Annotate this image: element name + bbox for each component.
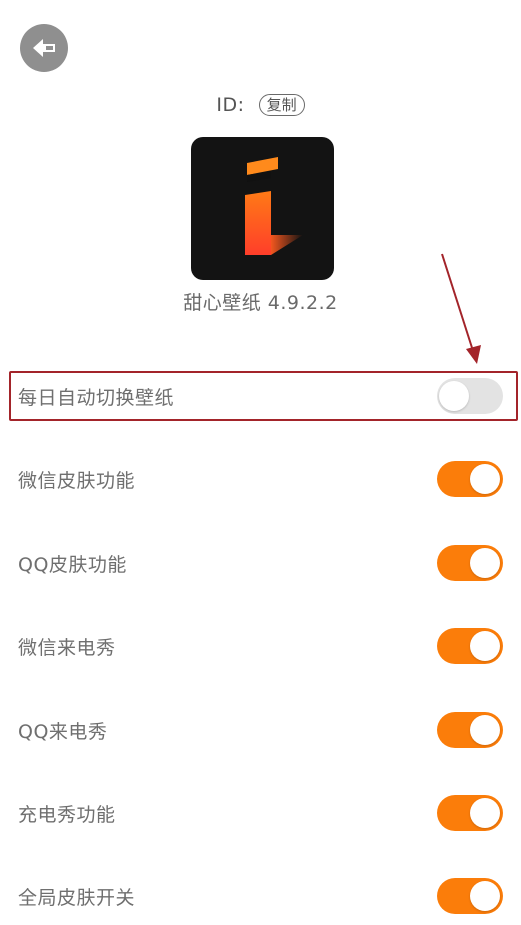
global-skin-toggle[interactable]	[437, 878, 503, 914]
setting-label: 充电秀功能	[18, 803, 116, 826]
qq-call-show-toggle[interactable]	[437, 712, 503, 748]
settings-list: 每日自动切换壁纸 微信皮肤功能 QQ皮肤功能 微信来电秀 QQ来电秀 充电秀功能	[0, 0, 521, 914]
toggle-knob	[470, 631, 500, 661]
toggle-knob	[470, 798, 500, 828]
setting-label: 微信皮肤功能	[18, 469, 136, 492]
setting-label: 全局皮肤开关	[18, 886, 136, 909]
setting-row-charge-show: 充电秀功能	[0, 784, 521, 842]
toggle-knob	[439, 381, 469, 411]
setting-row-qq-skin: QQ皮肤功能	[0, 534, 521, 592]
auto-wallpaper-toggle[interactable]	[437, 378, 503, 414]
setting-label: 每日自动切换壁纸	[18, 386, 175, 409]
setting-label: 微信来电秀	[18, 636, 116, 659]
toggle-knob	[470, 715, 500, 745]
setting-label: QQ皮肤功能	[18, 553, 127, 576]
setting-row-global-skin: 全局皮肤开关	[0, 867, 521, 925]
wechat-call-show-toggle[interactable]	[437, 628, 503, 664]
toggle-knob	[470, 548, 500, 578]
setting-row-wechat-call-show: 微信来电秀	[0, 617, 521, 675]
setting-row-wechat-skin: 微信皮肤功能	[0, 450, 521, 508]
toggle-knob	[470, 464, 500, 494]
setting-row-auto-wallpaper: 每日自动切换壁纸	[0, 367, 521, 425]
setting-label: QQ来电秀	[18, 720, 108, 743]
qq-skin-toggle[interactable]	[437, 545, 503, 581]
setting-row-qq-call-show: QQ来电秀	[0, 701, 521, 759]
wechat-skin-toggle[interactable]	[437, 461, 503, 497]
charge-show-toggle[interactable]	[437, 795, 503, 831]
